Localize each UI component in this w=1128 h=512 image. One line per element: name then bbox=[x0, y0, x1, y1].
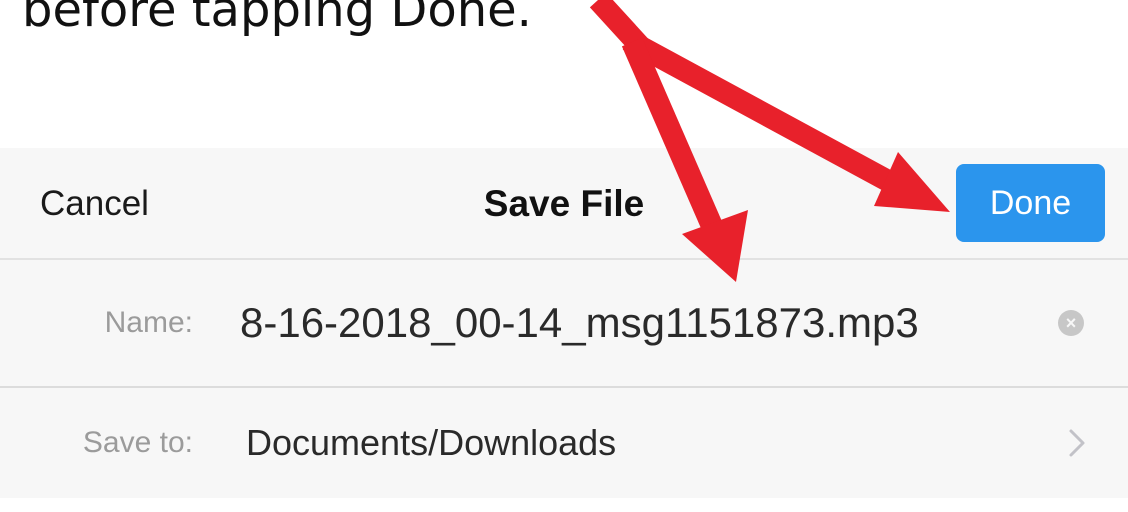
save-file-sheet: Cancel Save File Done Name: 8-16-2018_00… bbox=[0, 148, 1128, 498]
chevron-right-icon[interactable] bbox=[1062, 423, 1092, 463]
bottom-margin bbox=[0, 498, 1128, 512]
filename-input[interactable]: 8-16-2018_00-14_msg1151873.mp3 bbox=[240, 260, 919, 386]
name-label: Name: bbox=[104, 306, 193, 339]
navigation-bar: Cancel Save File Done bbox=[0, 148, 1128, 260]
screenshot-page: before tapping Done. Cancel Save File Do… bbox=[0, 0, 1128, 512]
save-to-value: Documents/Downloads bbox=[246, 422, 617, 463]
save-to-row[interactable]: Save to: Documents/Downloads bbox=[0, 388, 1128, 498]
clear-icon[interactable]: × bbox=[1058, 310, 1084, 336]
name-row: Name: 8-16-2018_00-14_msg1151873.mp3 × bbox=[0, 260, 1128, 388]
instruction-caption: before tapping Done. bbox=[22, 0, 532, 38]
done-button[interactable]: Done bbox=[956, 164, 1105, 242]
save-to-label: Save to: bbox=[82, 426, 193, 459]
